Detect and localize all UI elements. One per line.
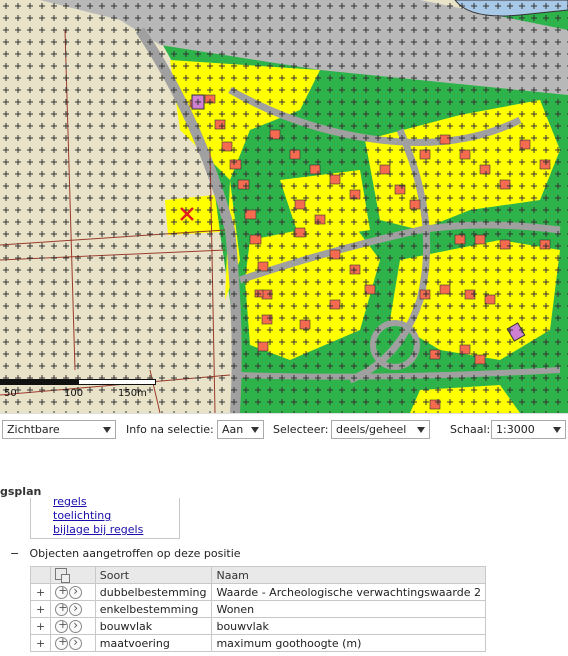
column-naam: Naam — [211, 566, 486, 584]
zoom-icon[interactable] — [55, 584, 69, 599]
expand-all-icon[interactable] — [55, 567, 71, 583]
zoom-icon[interactable] — [55, 618, 69, 633]
map-canvas[interactable] — [0, 0, 568, 413]
document-links: regels toelichting bijlage bij regels — [30, 495, 180, 539]
expand-row-icon[interactable]: + — [29, 617, 52, 635]
zoom-icon[interactable] — [55, 635, 69, 650]
link-regels[interactable]: regels — [53, 495, 179, 509]
table-row[interactable]: + dubbelbestemming Waarde - Archeologisc… — [29, 583, 486, 601]
chevron-down-icon — [553, 427, 561, 433]
row-naam: Wonen — [211, 600, 486, 618]
table-row[interactable]: + enkelbestemming Wonen — [29, 600, 486, 618]
objects-table: Soort Naam + dubbelbestemming Waarde - A… — [29, 566, 486, 652]
scale-label: Schaal: — [450, 423, 491, 436]
chevron-down-icon — [103, 427, 111, 433]
collapse-icon[interactable]: − — [10, 547, 20, 560]
row-soort: bouwvlak — [94, 617, 213, 635]
navigate-icon[interactable] — [69, 584, 83, 599]
chevron-down-icon — [251, 427, 259, 433]
map-toolbar: Zichtbare Info na selectie: Aan Selectee… — [0, 413, 568, 446]
selection-mode-select[interactable]: deels/geheel — [331, 420, 430, 439]
expand-row-icon[interactable]: + — [29, 600, 52, 618]
table-row[interactable]: + bouwvlak bouwvlak — [29, 617, 486, 635]
scale-bar: 50 100 150m — [0, 379, 160, 401]
link-bijlage[interactable]: bijlage bij regels — [53, 523, 179, 537]
select-label: Selecteer: — [273, 423, 329, 436]
row-naam: Waarde - Archeologische verwachtingswaar… — [211, 583, 486, 601]
navigate-icon[interactable] — [69, 618, 83, 633]
expand-row-icon[interactable]: + — [29, 634, 52, 652]
row-naam: bouwvlak — [211, 617, 486, 635]
scale-label-150: 150m — [118, 388, 147, 399]
row-soort: dubbelbestemming — [94, 583, 213, 601]
navigate-icon[interactable] — [69, 601, 83, 616]
info-label: Info na selectie: — [126, 423, 214, 436]
table-row[interactable]: + maatvoering maximum goothoogte (m) — [29, 634, 486, 652]
objects-section-label: Objecten aangetroffen op deze positie — [29, 547, 241, 560]
row-soort: maatvoering — [94, 634, 213, 652]
zoom-icon[interactable] — [55, 601, 69, 616]
info-select[interactable]: Aan — [217, 420, 264, 439]
scale-label-100: 100 — [64, 388, 84, 399]
objects-section-header[interactable]: − Objecten aangetroffen op deze positie — [10, 547, 241, 560]
chevron-down-icon — [417, 427, 425, 433]
layer-select-value: Zichtbare — [7, 423, 60, 436]
row-soort: enkelbestemming — [94, 600, 213, 618]
navigate-icon[interactable] — [69, 635, 83, 650]
hatch-overlay — [0, 0, 568, 413]
layer-select[interactable]: Zichtbare — [2, 420, 116, 439]
link-toelichting[interactable]: toelichting — [53, 509, 179, 523]
info-panel: gsplan regels toelichting bijlage bij re… — [0, 445, 568, 656]
table-header: Soort Naam — [29, 566, 486, 584]
info-select-value: Aan — [222, 423, 244, 436]
column-soort: Soort — [94, 566, 213, 584]
selection-mode-value: deels/geheel — [336, 423, 407, 436]
scale-label-50: 50 — [4, 388, 17, 399]
row-naam: maximum goothoogte (m) — [211, 634, 486, 652]
panel-title: gsplan — [0, 485, 42, 498]
zoning-map[interactable]: 50 100 150m — [0, 0, 568, 413]
expand-row-icon[interactable]: + — [29, 583, 52, 601]
scale-select-value: 1:3000 — [496, 423, 535, 436]
scale-select[interactable]: 1:3000 — [491, 420, 566, 439]
